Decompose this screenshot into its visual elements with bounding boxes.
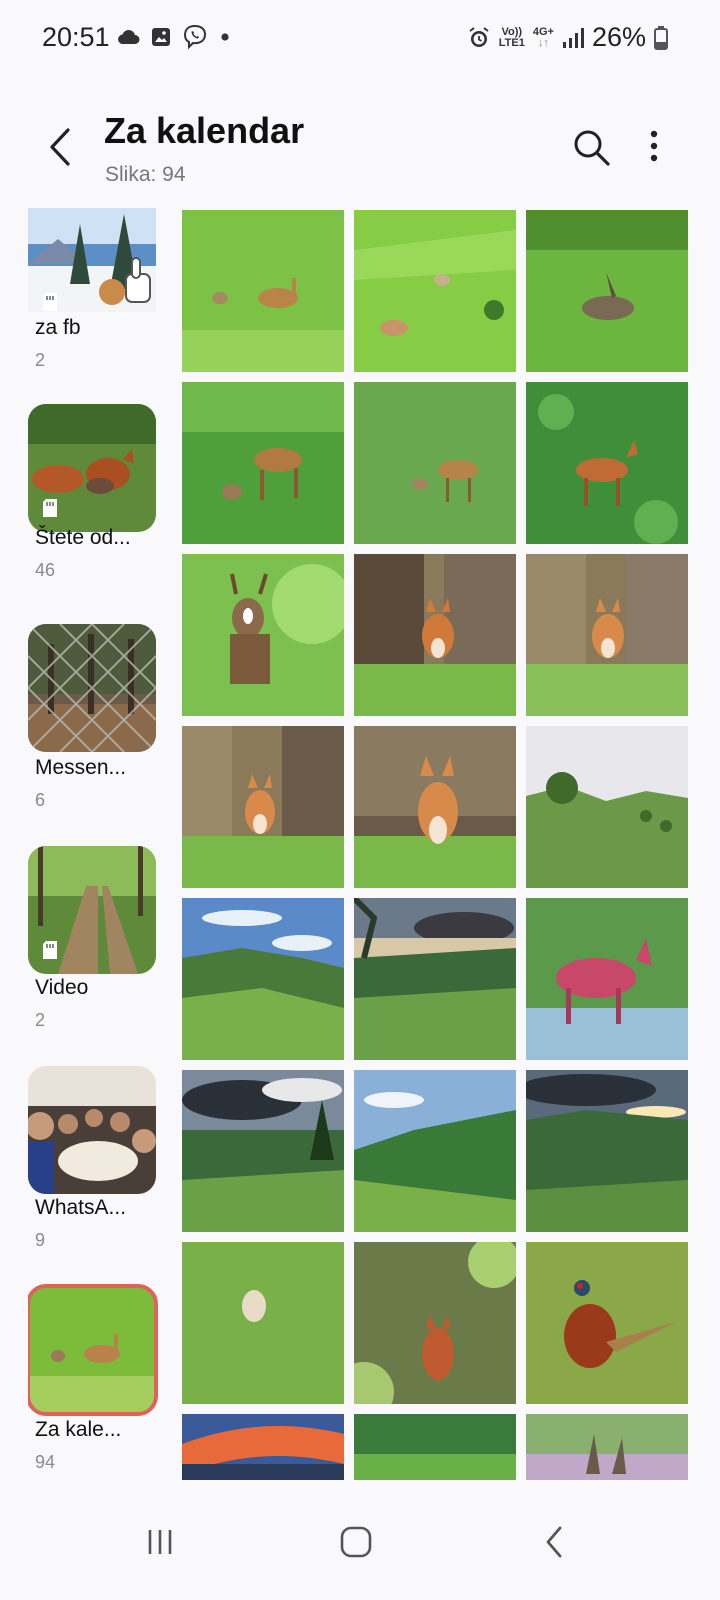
photo-sunset-over-hills[interactable] xyxy=(526,1070,688,1232)
photo-green-hills-blue-sky[interactable] xyxy=(354,1070,516,1232)
album-count: 2 xyxy=(35,350,46,370)
signal-icon xyxy=(562,27,584,48)
album-name: WhatsA... xyxy=(35,1196,127,1219)
battery-percentage: 26% xyxy=(591,22,646,52)
gallery-icon xyxy=(152,28,170,46)
more-options-button[interactable] xyxy=(644,126,664,170)
album-count: 46 xyxy=(35,560,56,580)
album-thumbnail[interactable] xyxy=(28,1066,156,1194)
album-name: Messen... xyxy=(35,756,127,779)
photo-count: Slika: 94 xyxy=(105,163,186,186)
photo-roe-deer-buck-portrait[interactable] xyxy=(182,554,344,716)
album-thumbnail-selected[interactable] xyxy=(28,1284,158,1416)
status-bar: 20:51 Vo)) LTE1 4G+ ↓↑ 26% xyxy=(0,0,720,80)
sd-card-icon xyxy=(43,293,57,311)
album-count: 9 xyxy=(35,1230,46,1250)
sd-card-icon xyxy=(43,941,57,959)
back-button[interactable] xyxy=(40,124,80,170)
photo-fox-cub-by-hay-bale[interactable] xyxy=(354,554,516,716)
photo-hare-ears-in-flowers[interactable] xyxy=(526,1414,688,1480)
photo-fox-walking-in-meadow[interactable] xyxy=(354,1242,516,1404)
photo-roe-deer-buck-in-green-field[interactable] xyxy=(526,382,688,544)
photo-green-hill-landscape[interactable] xyxy=(526,726,688,888)
photo-pheasant-in-grass[interactable] xyxy=(526,1242,688,1404)
photo-deer-doe-and-fawn-in-meadow[interactable] xyxy=(182,210,344,372)
photo-roe-deer-with-fawn[interactable] xyxy=(354,382,516,544)
photo-hills-with-dramatic-sky[interactable] xyxy=(354,898,516,1060)
photo-deer-fawns-in-meadow[interactable] xyxy=(354,210,516,372)
photo-green-meadow[interactable] xyxy=(354,1414,516,1480)
album-thumbnail[interactable] xyxy=(28,624,156,752)
album-name: za fb xyxy=(35,316,81,339)
recent-apps-icon xyxy=(148,1530,172,1554)
home-button[interactable] xyxy=(326,1512,386,1572)
back-arrow-icon xyxy=(50,128,70,166)
network-4g-indicator: 4G+ ↓↑ xyxy=(532,25,554,49)
notification-dot-icon xyxy=(221,33,229,41)
search-icon xyxy=(574,130,610,166)
recent-apps-button[interactable] xyxy=(130,1512,190,1572)
header: Za kalendar Slika: 94 xyxy=(0,100,720,200)
album-list[interactable]: za fb 2 Štete od... 46 Messen... 6 Video… xyxy=(28,208,158,1508)
photo-cloudy-valley-landscape[interactable] xyxy=(182,1070,344,1232)
album-item-video[interactable]: Video 2 xyxy=(28,846,158,1046)
photo-fawn-in-grass[interactable] xyxy=(182,1242,344,1404)
album-item-za-fb[interactable]: za fb 2 xyxy=(28,208,158,404)
album-name: Video xyxy=(35,976,89,999)
nav-back-button[interactable] xyxy=(524,1512,584,1572)
photo-fox-cub-sitting-by-hay[interactable] xyxy=(354,726,516,888)
album-item-stete[interactable]: Štete od... 46 xyxy=(28,404,158,604)
more-vert-icon xyxy=(650,130,658,162)
alarm-icon xyxy=(469,26,489,47)
home-icon xyxy=(340,1526,372,1558)
album-count: 6 xyxy=(35,790,46,810)
album-thumbnail[interactable] xyxy=(28,404,156,532)
album-name: Za kale... xyxy=(35,1418,122,1441)
cloud-icon xyxy=(118,30,140,44)
album-item-whatsapp[interactable]: WhatsA... 9 xyxy=(28,1066,158,1266)
photo-fox-cub-by-hay-bale-2[interactable] xyxy=(526,554,688,716)
photo-roe-deer-buck-with-fawn[interactable] xyxy=(182,382,344,544)
album-count: 94 xyxy=(35,1452,56,1472)
navigation-bar xyxy=(0,1490,720,1600)
battery-icon xyxy=(654,25,668,50)
photo-hare-in-grass[interactable] xyxy=(526,210,688,372)
volte-indicator: Vo)) LTE1 xyxy=(498,25,525,49)
photo-grid[interactable] xyxy=(182,210,688,1480)
album-count: 2 xyxy=(35,1010,46,1030)
sd-card-icon xyxy=(43,499,57,517)
photo-mountain-valley-landscape[interactable] xyxy=(182,898,344,1060)
album-thumbnail[interactable] xyxy=(28,846,156,974)
album-thumbnail[interactable] xyxy=(28,208,156,332)
album-name: Štete od... xyxy=(35,526,131,549)
page-title: Za kalendar xyxy=(104,110,305,151)
album-item-za-kalendar[interactable]: Za kale... 94 xyxy=(28,1284,158,1486)
viber-icon xyxy=(183,24,207,50)
status-time: 20:51 xyxy=(42,22,110,52)
search-button[interactable] xyxy=(570,126,614,170)
photo-roe-deer-in-red-tones[interactable] xyxy=(526,898,688,1060)
photo-fox-cub-by-hay-bale-3[interactable] xyxy=(182,726,344,888)
album-item-messenger[interactable]: Messen... 6 xyxy=(28,624,158,824)
photo-sunset-sky[interactable] xyxy=(182,1414,344,1480)
nav-back-icon xyxy=(546,1526,562,1558)
